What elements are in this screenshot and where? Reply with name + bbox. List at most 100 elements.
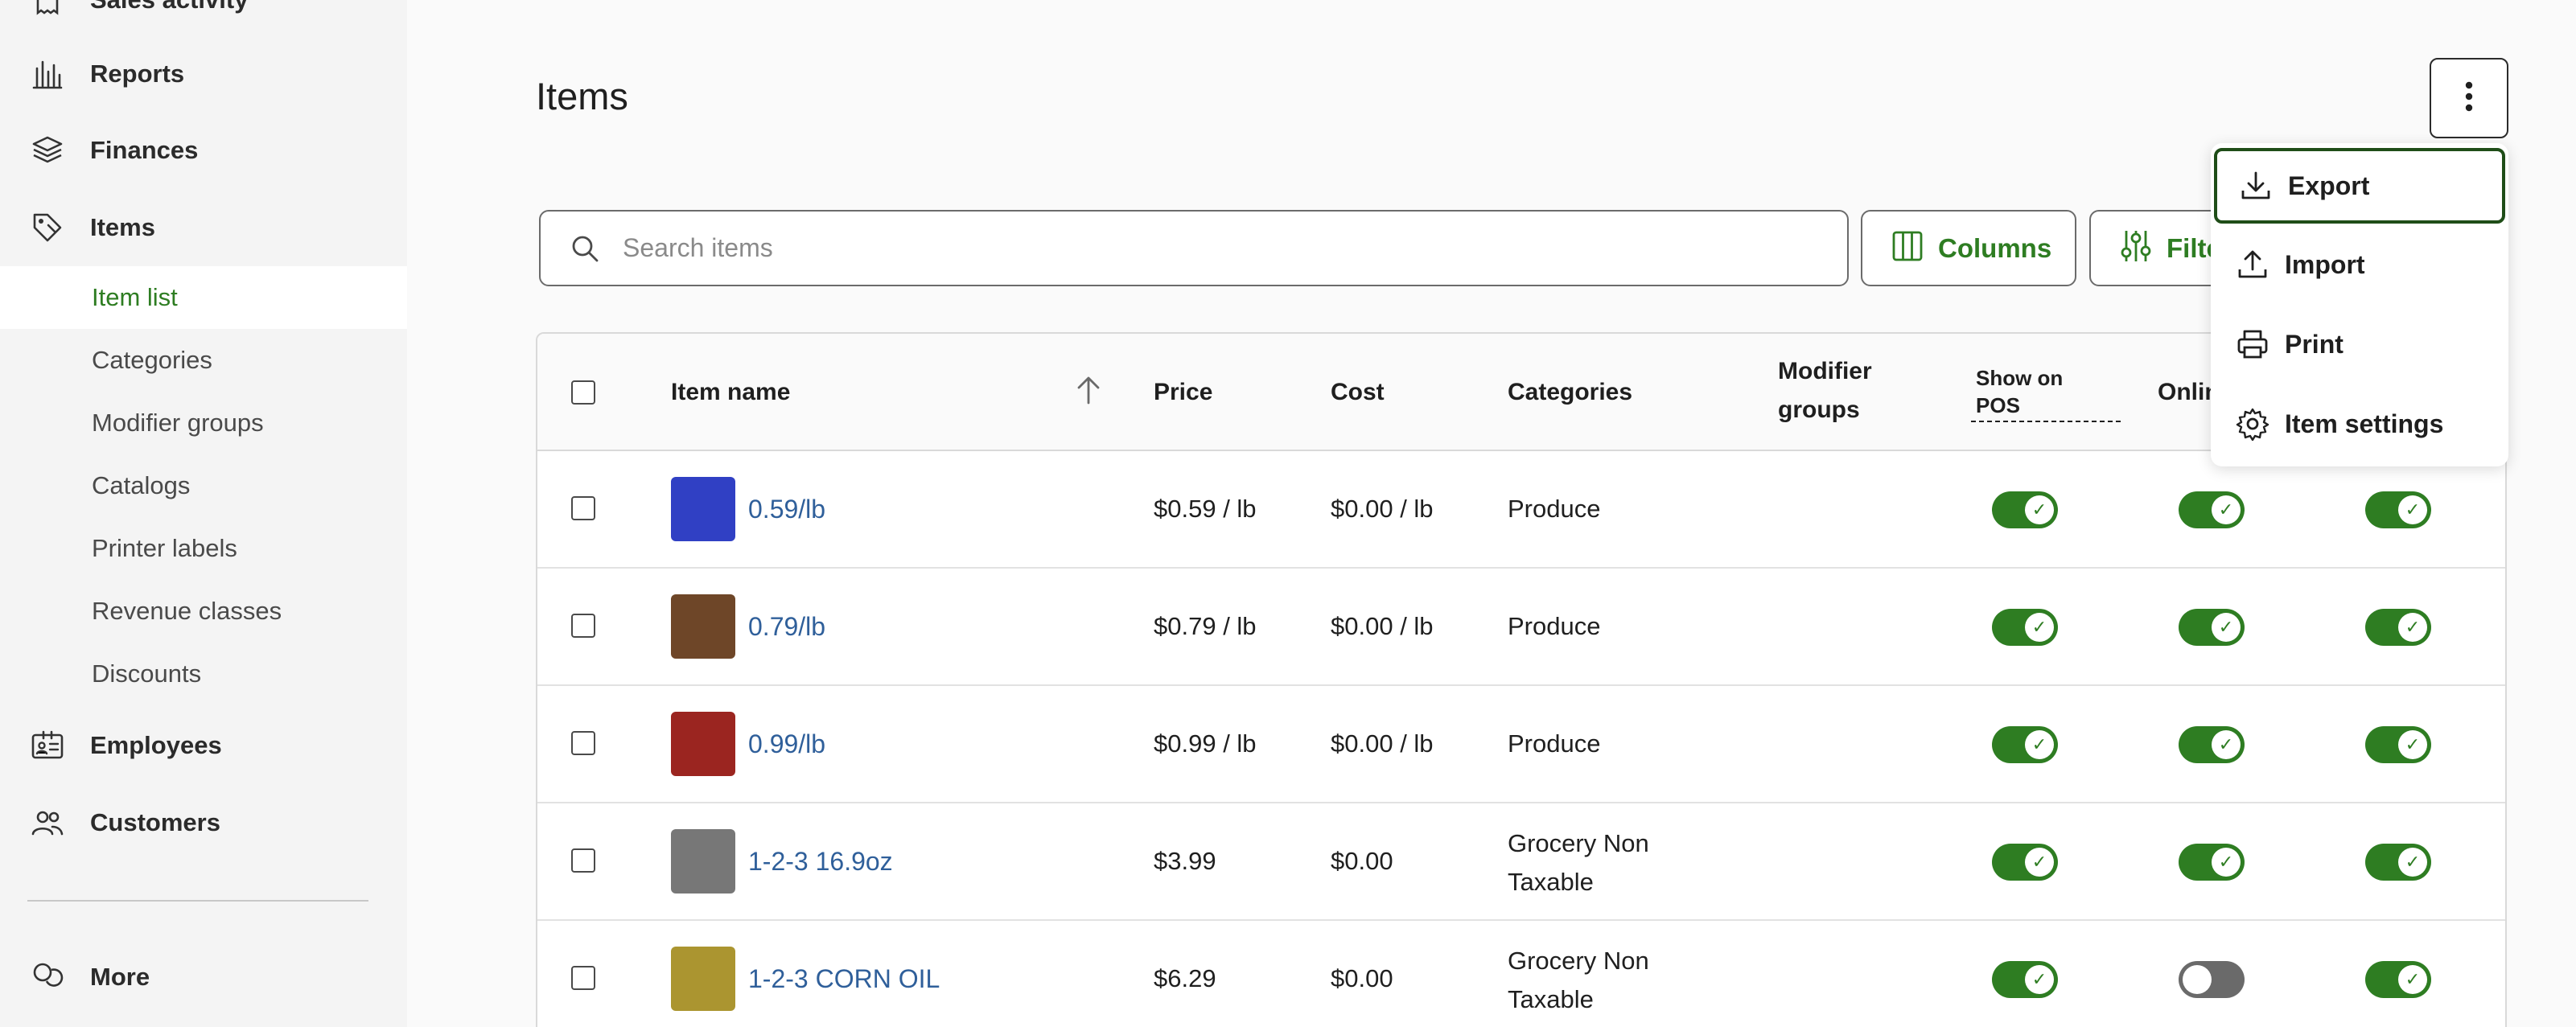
check-icon: ✓ [2398,613,2427,642]
sidebar-item-categories[interactable]: Categories [0,329,407,392]
menu-item-print[interactable]: Print [2211,306,2508,382]
search-box[interactable] [539,210,1849,286]
item-category: Produce [1508,729,1601,758]
menu-item-import[interactable]: Import [2211,227,2508,302]
item-name-link[interactable]: 1-2-3 CORN OIL [748,964,940,994]
visibility-toggle[interactable]: ✓ [2365,844,2431,881]
sidebar-item-item-list[interactable]: Item list [0,266,407,329]
columns-button[interactable]: Columns [1861,210,2076,286]
search-input[interactable] [623,233,1749,263]
item-price: $0.79 / lb [1154,612,1257,640]
item-price: $0.99 / lb [1154,729,1257,758]
table-row[interactable]: 1-2-3 CORN OIL $6.29 $0.00 Grocery Non T… [537,921,2505,1027]
more-actions-button[interactable] [2430,58,2508,138]
sidebar-item-label: More [90,963,150,991]
sidebar-item-label: Printer labels [92,534,237,562]
table-row[interactable]: 0.59/lb $0.59 / lb $0.00 / lb Produce ✓ … [537,451,2505,569]
show-on-pos-toggle[interactable]: ✓ [1992,726,2058,763]
row-checkbox[interactable] [571,848,595,873]
show-on-pos-toggle[interactable]: ✓ [1992,491,2058,528]
column-header-cost[interactable]: Cost [1331,379,1385,406]
row-checkbox[interactable] [571,614,595,638]
item-color-swatch [671,947,735,1011]
upload-icon [2235,247,2270,282]
search-icon [570,233,600,264]
online-toggle[interactable]: ✓ [2179,609,2245,646]
item-price: $0.59 / lb [1154,495,1257,523]
item-name-link[interactable]: 0.79/lb [748,612,825,642]
id-card-icon [29,727,66,764]
printer-icon [2235,327,2270,362]
column-header-price[interactable]: Price [1154,379,1212,406]
visibility-toggle[interactable]: ✓ [2365,726,2431,763]
sidebar-item-modifier-groups[interactable]: Modifier groups [0,392,407,454]
table-row[interactable]: 1-2-3 16.9oz $3.99 $0.00 Grocery Non Tax… [537,803,2505,921]
check-icon: ✓ [2025,965,2054,994]
show-on-pos-toggle[interactable]: ✓ [1992,844,2058,881]
sidebar-item-sales-activity[interactable]: Sales activity [0,0,407,39]
sidebar-item-items[interactable]: Items [0,189,407,266]
online-toggle[interactable]: ✓ [2179,844,2245,881]
sidebar-item-label: Sales activity [90,0,248,14]
menu-item-label: Item settings [2285,409,2444,438]
sidebar-item-more[interactable]: More [0,939,407,1016]
kebab-menu-icon [2464,80,2474,117]
row-checkbox[interactable] [571,966,595,990]
item-color-swatch [671,712,735,776]
filter-sliders-icon [2120,228,2152,268]
online-toggle[interactable]: ✓ [2179,726,2245,763]
sidebar-item-finances[interactable]: Finances [0,112,407,189]
online-toggle[interactable] [2179,961,2245,998]
item-name-link[interactable]: 1-2-3 16.9oz [748,847,893,877]
table-row[interactable]: 0.79/lb $0.79 / lb $0.00 / lb Produce ✓ … [537,569,2505,686]
sidebar-item-label: Discounts [92,659,202,688]
show-on-pos-toggle[interactable]: ✓ [1992,609,2058,646]
select-all-checkbox[interactable] [571,380,595,405]
sidebar-item-label: Employees [90,731,222,759]
download-icon [2238,168,2274,203]
sidebar-item-reports[interactable]: Reports [0,35,407,113]
menu-item-label: Print [2285,329,2344,359]
row-checkbox[interactable] [571,496,595,520]
item-category-line2: Taxable [1508,985,1594,1013]
more-apps-icon [29,959,66,996]
column-header-modifier-groups-line1: Modifier [1778,358,1872,384]
sidebar-item-discounts[interactable]: Discounts [0,643,407,705]
sidebar-item-label: Item list [92,283,178,311]
check-icon: ✓ [2025,613,2054,642]
visibility-toggle[interactable]: ✓ [2365,491,2431,528]
column-header-categories[interactable]: Categories [1508,379,1632,406]
people-icon [29,804,66,841]
item-name-link[interactable]: 0.59/lb [748,495,825,524]
column-header-item-name[interactable]: Item name [671,379,790,406]
sidebar-item-catalogs[interactable]: Catalogs [0,454,407,517]
visibility-toggle[interactable]: ✓ [2365,961,2431,998]
sort-ascending-icon[interactable] [1075,374,1102,410]
sidebar-item-printer-labels[interactable]: Printer labels [0,517,407,580]
table-row[interactable]: 0.99/lb $0.99 / lb $0.00 / lb Produce ✓ … [537,686,2505,803]
sidebar-item-revenue-classes[interactable]: Revenue classes [0,580,407,643]
sidebar-item-label: Customers [90,808,220,836]
item-color-swatch [671,829,735,893]
sidebar-item-label: Catalogs [92,471,191,499]
item-price: $3.99 [1154,847,1216,875]
item-category-line2: Taxable [1508,868,1594,896]
toggle-knob [2183,965,2212,994]
row-checkbox[interactable] [571,731,595,755]
item-cost: $0.00 [1331,847,1393,875]
check-icon: ✓ [2398,965,2427,994]
item-color-swatch [671,594,735,659]
sidebar-item-employees[interactable]: Employees [0,707,407,784]
menu-item-item-settings[interactable]: Item settings [2211,386,2508,462]
item-cost: $0.00 / lb [1331,612,1434,640]
visibility-toggle[interactable]: ✓ [2365,609,2431,646]
sidebar-item-customers[interactable]: Customers [0,784,407,861]
menu-item-export[interactable]: Export [2214,148,2505,224]
item-category: Produce [1508,612,1601,640]
tooltip-underline[interactable] [1971,421,2121,422]
check-icon: ✓ [2212,613,2241,642]
item-category: Produce [1508,495,1601,523]
show-on-pos-toggle[interactable]: ✓ [1992,961,2058,998]
online-toggle[interactable]: ✓ [2179,491,2245,528]
item-name-link[interactable]: 0.99/lb [748,729,825,759]
